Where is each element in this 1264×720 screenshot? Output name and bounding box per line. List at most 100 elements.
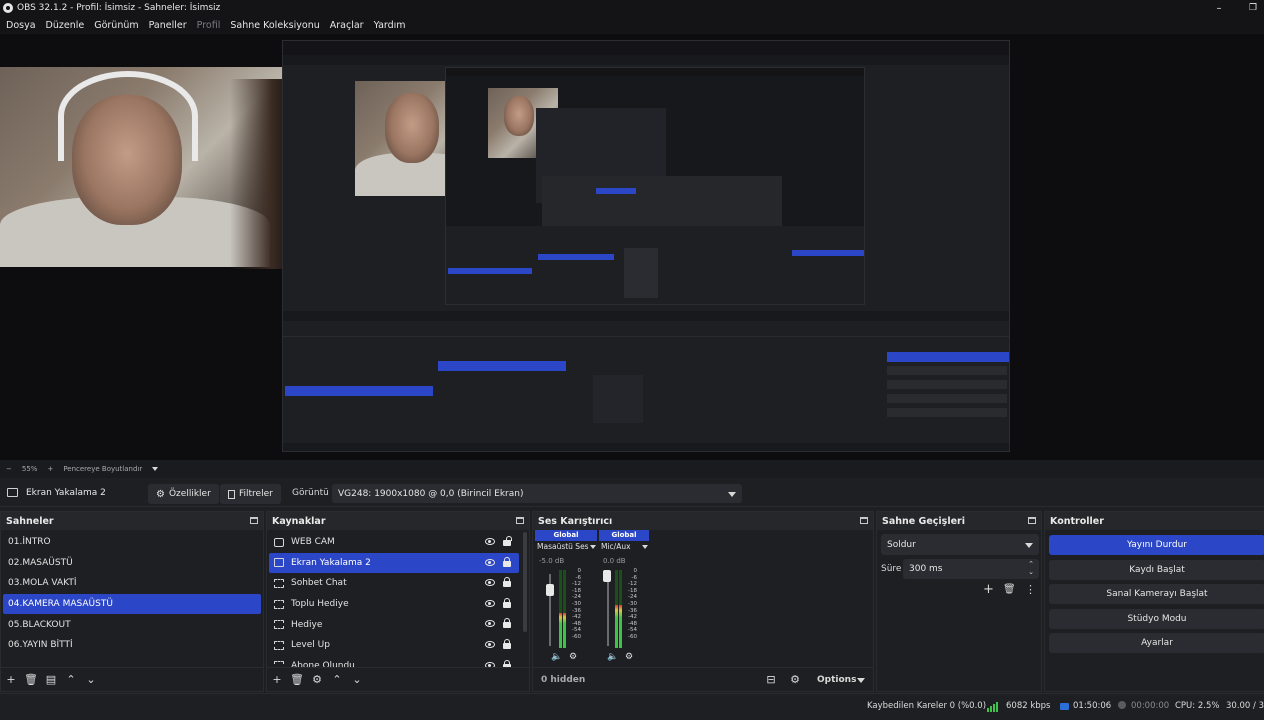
trash-icon[interactable]: 🗑	[21, 673, 41, 686]
undock-icon[interactable]	[860, 517, 868, 524]
scenes-dock: Sahneler 01.İNTRO 02.MASAÜSTÜ 03.MOLA VA…	[0, 511, 264, 692]
scene-item[interactable]: 01.İNTRO	[3, 532, 261, 553]
preview-canvas[interactable]	[0, 34, 1264, 460]
restore-button[interactable]: ❐	[1238, 0, 1264, 16]
add-transition-icon[interactable]: +	[983, 582, 994, 597]
menu-duzenle[interactable]: Düzenle	[46, 20, 85, 31]
audio-mixer-dock: Ses Karıştırıcı Global Masaüstü Ses -5.0…	[532, 511, 874, 692]
menu-sahne-koleksiyonu[interactable]: Sahne Koleksiyonu	[230, 20, 319, 31]
level-meter	[559, 570, 562, 648]
source-item[interactable]: Sohbet Chat	[269, 573, 519, 594]
options-button[interactable]: Options	[817, 675, 856, 685]
menu-gorunum[interactable]: Görünüm	[94, 20, 138, 31]
start-recording-button[interactable]: Kaydı Başlat	[1049, 560, 1264, 580]
chevron-down-icon[interactable]	[152, 467, 159, 471]
menu-yardim[interactable]: Yardım	[374, 20, 406, 31]
status-bar: Kaybedilen Kareler 0 (%0.0) 6082 kbps 01…	[0, 693, 1264, 720]
visibility-eye-icon[interactable]	[485, 558, 495, 566]
scene-item[interactable]: 06.YAYIN BİTTİ	[3, 635, 261, 656]
source-item-selected[interactable]: Ekran Yakalama 2	[269, 552, 519, 574]
lock-icon[interactable]	[503, 577, 511, 588]
menu-profil[interactable]: Profil	[197, 20, 221, 31]
level-meter	[563, 570, 566, 648]
channel-settings-icon[interactable]: ⚙	[625, 652, 635, 662]
lock-icon[interactable]	[503, 618, 511, 629]
channel-db: 0.0 dB	[603, 557, 626, 565]
lock-icon[interactable]	[503, 597, 511, 608]
spinner-arrows-icon[interactable]: ⌃ ⌄	[1028, 560, 1034, 576]
move-up-icon[interactable]: ⌃	[327, 673, 347, 686]
controls-title: Kontroller	[1050, 515, 1104, 527]
gear-icon[interactable]: ⚙	[307, 673, 327, 686]
lock-icon[interactable]	[503, 638, 511, 649]
scene-list: 01.İNTRO 02.MASAÜSTÜ 03.MOLA VAKTİ 04.KA…	[3, 532, 261, 656]
trash-icon[interactable]: 🗑	[1003, 584, 1016, 595]
scene-item[interactable]: 02.MASAÜSTÜ	[3, 553, 261, 574]
menu-paneller[interactable]: Paneller	[149, 20, 187, 31]
zoom-out-button[interactable]: −	[6, 465, 12, 473]
mixer-layout-icon[interactable]: ⊟	[761, 673, 781, 686]
undock-icon[interactable]	[250, 517, 258, 524]
minimize-button[interactable]: –	[1204, 0, 1234, 16]
browser-icon	[274, 640, 284, 650]
channel-name[interactable]: Mic/Aux	[599, 541, 649, 553]
transition-select[interactable]: Soldur	[881, 534, 1039, 555]
add-scene-icon[interactable]: +	[1, 673, 21, 686]
source-item[interactable]: Level Up	[269, 635, 519, 656]
duration-input[interactable]: 300 ms ⌃ ⌄	[903, 559, 1039, 579]
scene-item-selected[interactable]: 04.KAMERA MASAÜSTÜ	[3, 593, 261, 615]
add-source-icon[interactable]: +	[267, 673, 287, 686]
visibility-eye-icon[interactable]	[485, 640, 495, 648]
trash-icon[interactable]: 🗑	[287, 673, 307, 686]
move-up-icon[interactable]: ⌃	[61, 673, 81, 686]
source-item[interactable]: Toplu Hediye	[269, 594, 519, 615]
obs-logo-icon	[3, 3, 13, 13]
fit-to-window-dropdown[interactable]: Pencereye Boyutlandır	[63, 465, 142, 473]
obs-window: OBS 32.1.2 - Profil: İsimsiz - Sahneler:…	[0, 0, 1264, 720]
filter-icon	[228, 489, 235, 499]
visibility-eye-icon[interactable]	[485, 620, 495, 628]
lock-icon[interactable]	[503, 556, 511, 567]
visibility-eye-icon[interactable]	[485, 538, 495, 545]
transitions-title: Sahne Geçişleri	[882, 515, 965, 527]
speaker-icon[interactable]: 🔈	[607, 652, 618, 662]
scrollbar[interactable]	[523, 532, 527, 632]
display-label: Görüntü	[292, 488, 329, 498]
more-options-icon[interactable]: ⋮	[1025, 583, 1036, 596]
undock-icon[interactable]	[516, 517, 524, 524]
lock-icon[interactable]	[503, 536, 512, 546]
zoom-in-button[interactable]: +	[47, 465, 53, 473]
move-down-icon[interactable]: ⌄	[81, 673, 101, 686]
title-bar: OBS 32.1.2 - Profil: İsimsiz - Sahneler:…	[0, 0, 1264, 16]
channel-settings-icon[interactable]: ⚙	[569, 652, 579, 662]
record-indicator-icon	[1118, 701, 1126, 709]
source-item[interactable]: Hediye	[269, 614, 519, 635]
filters-button[interactable]: Filtreler	[220, 484, 281, 504]
start-virtual-camera-button[interactable]: Sanal Kamerayı Başlat	[1049, 584, 1264, 604]
advanced-audio-icon[interactable]: ⚙	[785, 673, 805, 686]
scene-item[interactable]: 03.MOLA VAKTİ	[3, 573, 261, 594]
scene-item[interactable]: 05.BLACKOUT	[3, 614, 261, 635]
channel-name[interactable]: Masaüstü Ses	[535, 541, 597, 553]
scene-filters-icon[interactable]: ▤	[41, 673, 61, 686]
stop-streaming-button[interactable]: Yayını Durdur	[1049, 535, 1264, 555]
source-item[interactable]: WEB CAM	[269, 532, 519, 553]
global-badge: Global	[535, 530, 597, 541]
monitor-icon	[274, 558, 284, 568]
move-down-icon[interactable]: ⌄	[347, 673, 367, 686]
menu-araclar[interactable]: Araçlar	[330, 20, 364, 31]
settings-button[interactable]: Ayarlar	[1049, 633, 1264, 653]
source-list: WEB CAM Ekran Yakalama 2 Sohbet Chat Top…	[269, 532, 519, 676]
chevron-down-icon[interactable]	[857, 678, 865, 683]
volume-fader[interactable]	[546, 584, 554, 596]
undock-icon[interactable]	[1028, 517, 1036, 524]
visibility-eye-icon[interactable]	[485, 599, 495, 607]
properties-button[interactable]: ⚙ Özellikler	[148, 484, 219, 504]
speaker-icon[interactable]: 🔈	[551, 652, 562, 662]
visibility-eye-icon[interactable]	[485, 579, 495, 587]
volume-fader[interactable]	[603, 570, 611, 582]
menu-dosya[interactable]: Dosya	[6, 20, 36, 31]
display-select[interactable]: VG248: 1900x1080 @ 0,0 (Birincil Ekran)	[332, 484, 742, 503]
channel-db: -5.0 dB	[539, 557, 565, 565]
studio-mode-button[interactable]: Stüdyo Modu	[1049, 609, 1264, 629]
